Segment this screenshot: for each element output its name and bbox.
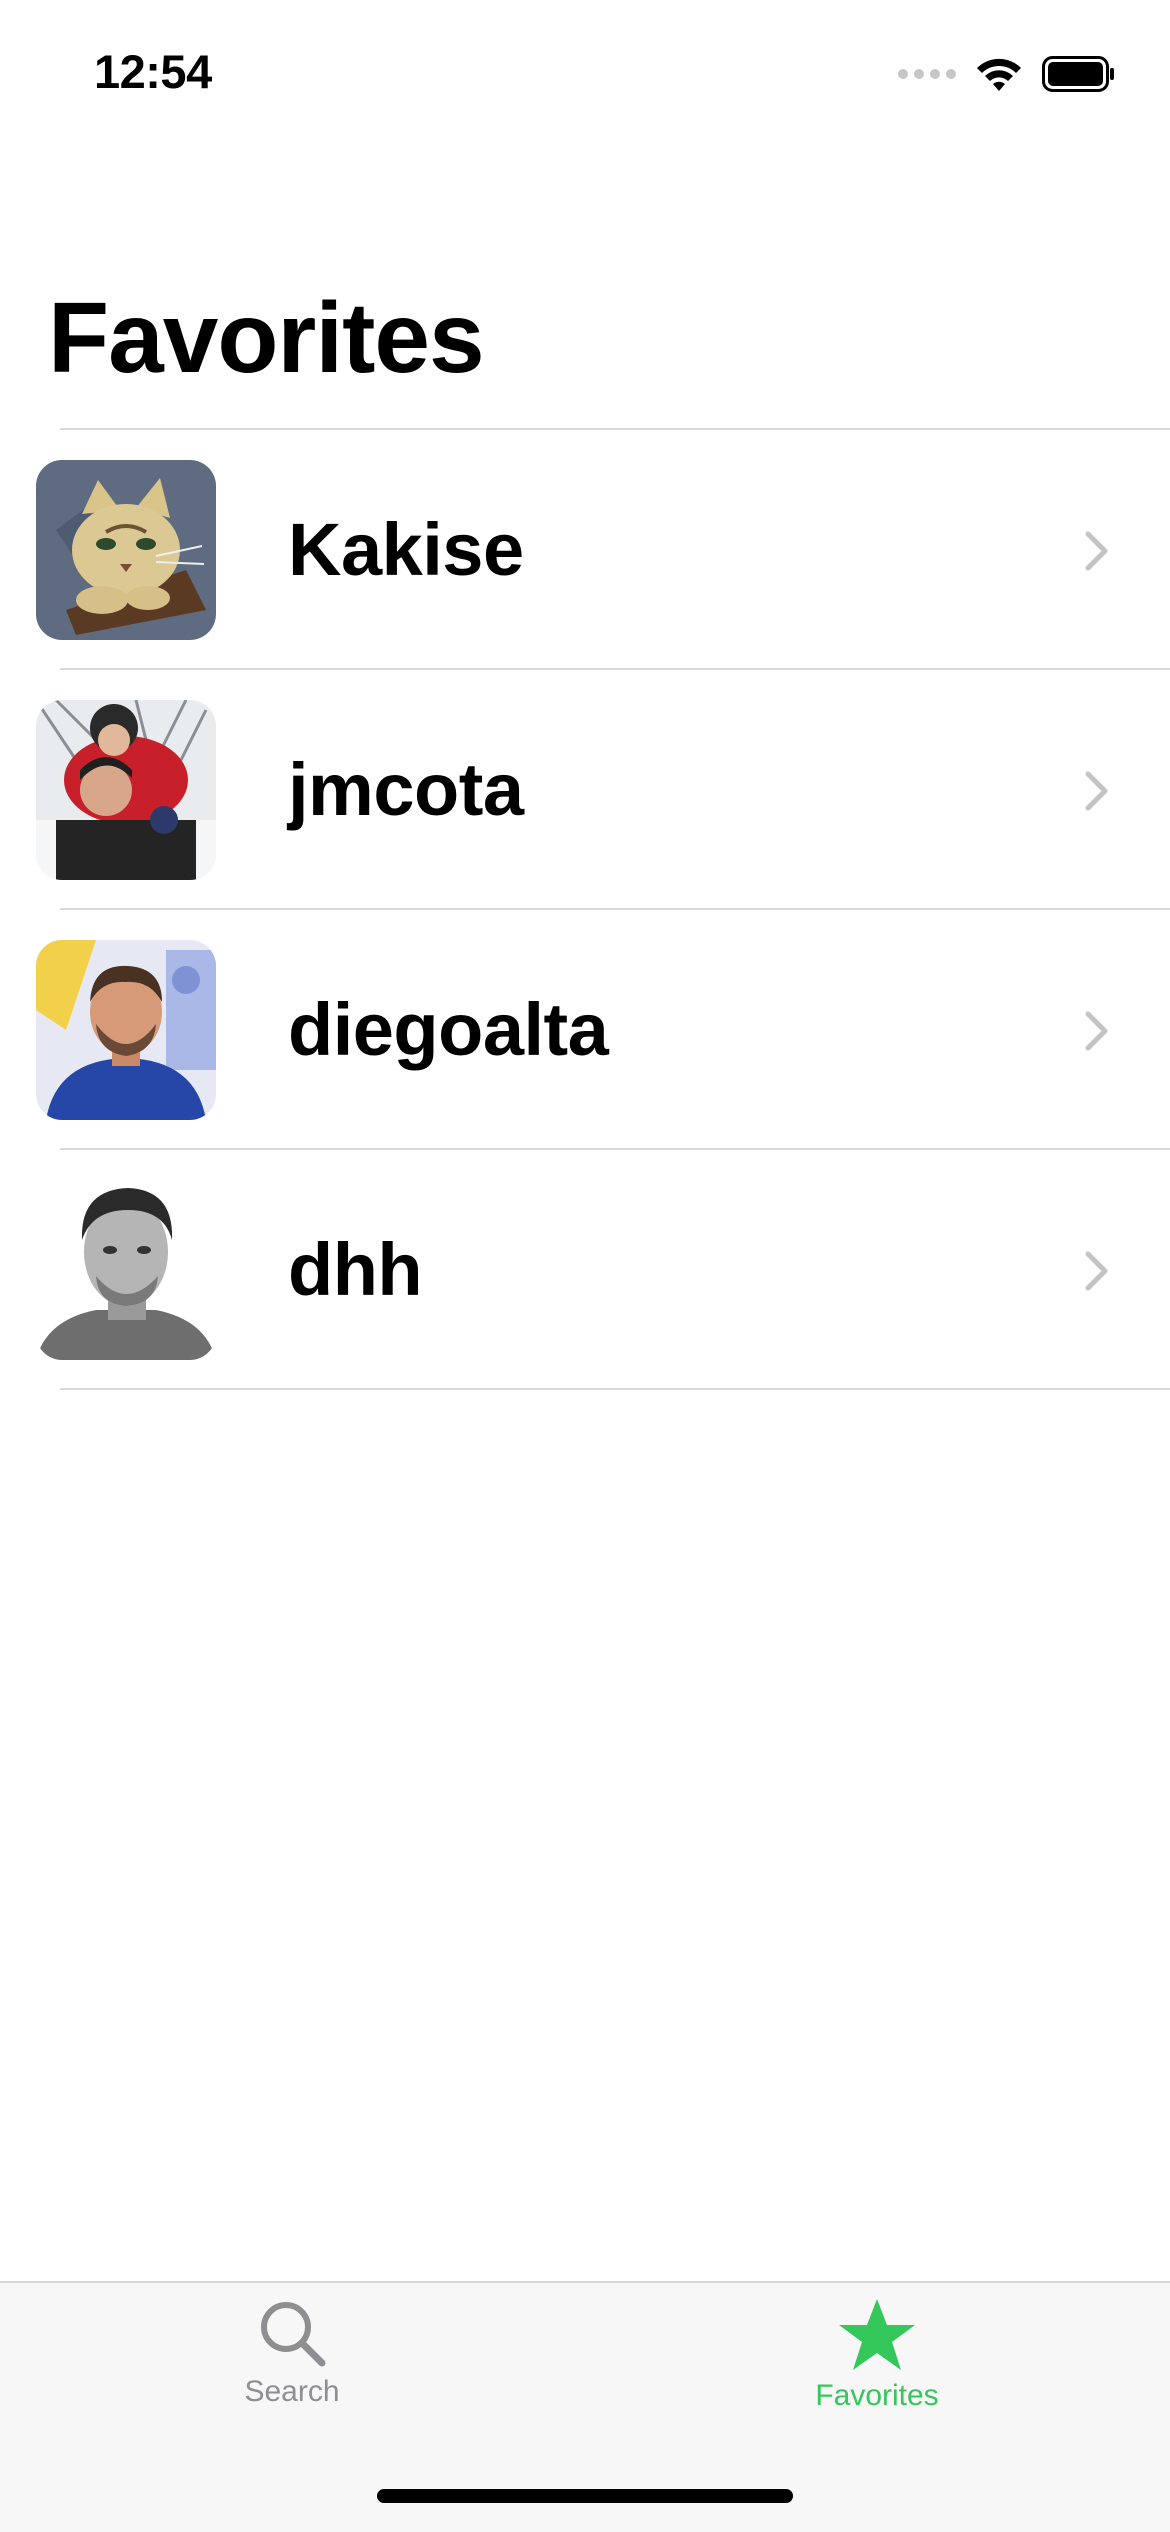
cellular-signal-icon [898,69,956,79]
status-time: 12:54 [94,45,212,98]
list-item[interactable]: jmcota [0,670,1170,908]
list-item[interactable]: Kakise [0,430,1170,668]
photo-avatar [36,700,216,880]
cat-avatar [36,460,216,640]
favorites-screen: 12:54 Favorites Kakise jmcota diegoalta … [0,0,1170,2532]
tab-favorites[interactable]: Favorites [727,2297,1027,2447]
chevron-right-icon [1085,1251,1108,1291]
wifi-icon [974,55,1024,93]
chevron-right-icon [1085,531,1108,571]
favorites-list: Kakise jmcota diegoalta dhh [0,428,1170,1390]
status-indicators [898,52,1116,96]
tab-search-label: Search [244,2375,340,2408]
home-indicator [377,2489,793,2503]
chevron-right-icon [1085,771,1108,811]
list-item[interactable]: dhh [0,1150,1170,1388]
photo-avatar [36,940,216,1120]
chevron-right-icon [1085,1011,1108,1051]
list-separator [60,1388,1170,1390]
list-item[interactable]: diegoalta [0,910,1170,1148]
list-item-name: dhh [288,1227,423,1311]
star-icon [839,2299,915,2370]
photo-avatar [36,1180,216,1360]
list-item-name: Kakise [288,507,524,591]
tab-search[interactable]: Search [142,2297,442,2447]
status-bar: 12:54 [0,0,1170,140]
search-icon [261,2302,326,2367]
page-title: Favorites [48,282,485,394]
list-item-name: diegoalta [288,987,609,1071]
tab-favorites-label: Favorites [815,2379,939,2412]
battery-icon [1042,56,1116,92]
list-item-name: jmcota [288,747,524,831]
